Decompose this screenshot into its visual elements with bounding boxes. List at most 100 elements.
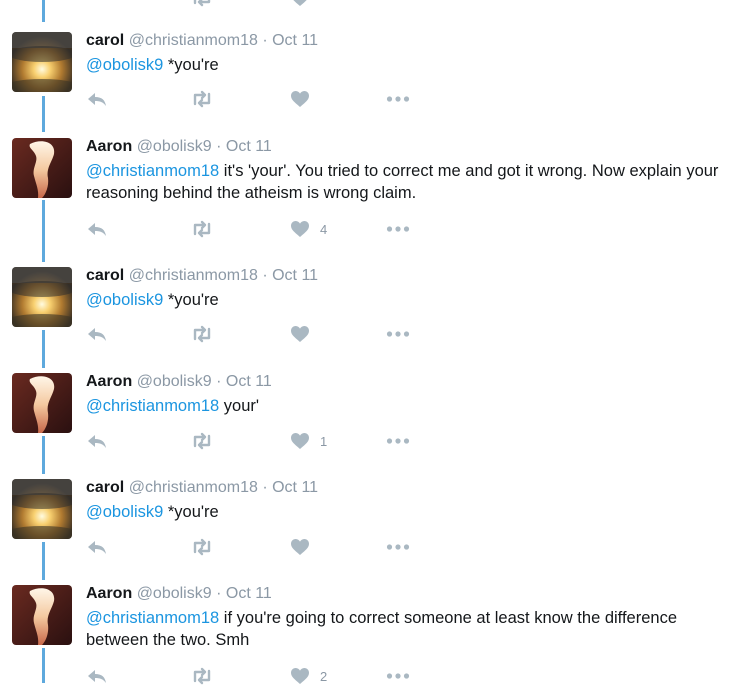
heart-icon (291, 221, 309, 237)
tweet-text: @obolisk9 *you're (86, 289, 730, 311)
retweet-icon (193, 667, 211, 685)
retweet-icon (193, 90, 211, 108)
like-button[interactable]: 1 (290, 431, 327, 451)
author-name[interactable]: carol (86, 267, 124, 284)
more-button[interactable] (386, 89, 410, 109)
tweet-actions: 1 (86, 431, 446, 451)
heart-icon (291, 539, 309, 555)
tweet-date[interactable]: Oct 11 (226, 373, 272, 390)
author-handle[interactable]: @obolisk9 (137, 373, 212, 390)
author-name[interactable]: Aaron (86, 585, 132, 602)
avatar[interactable] (12, 32, 72, 92)
reply-icon (88, 328, 106, 341)
like-button[interactable] (290, 0, 310, 8)
retweet-button[interactable] (190, 219, 214, 239)
more-button[interactable] (386, 324, 410, 344)
mention-link[interactable]: @obolisk9 (86, 503, 163, 521)
reply-icon (88, 223, 106, 236)
separator: · (262, 267, 268, 284)
tweet-date[interactable]: Oct 11 (272, 479, 318, 496)
author-name[interactable]: carol (86, 479, 124, 496)
retweet-button[interactable] (190, 537, 214, 557)
reply-button[interactable] (86, 219, 108, 239)
tweet-actions (86, 0, 446, 8)
retweet-icon (193, 325, 211, 343)
author-handle[interactable]: @obolisk9 (137, 138, 212, 155)
retweet-icon (193, 0, 211, 7)
tweet-date[interactable]: Oct 11 (272, 32, 318, 49)
avatar[interactable] (12, 267, 72, 327)
thread-line (42, 542, 45, 580)
tweet-text-content: your' (219, 397, 260, 415)
tweet-date[interactable]: Oct 11 (272, 267, 318, 284)
avatar[interactable] (12, 585, 72, 645)
more-button[interactable] (386, 431, 410, 451)
reply-button[interactable] (86, 537, 108, 557)
heart-icon (293, 0, 307, 6)
author-handle[interactable]: @christianmom18 (129, 267, 258, 284)
reply-icon (88, 541, 106, 554)
thread-line (42, 200, 45, 262)
avatar[interactable] (12, 138, 72, 198)
thread-line (42, 330, 45, 368)
mention-link[interactable]: @obolisk9 (86, 56, 163, 74)
mention-link[interactable]: @christianmom18 (86, 162, 219, 180)
reply-button[interactable] (86, 431, 108, 451)
tweet-text: @christianmom18 if you're going to corre… (86, 607, 730, 651)
retweet-button[interactable] (190, 0, 214, 8)
like-button[interactable] (290, 89, 320, 109)
separator: · (262, 32, 268, 49)
more-button[interactable] (386, 219, 410, 239)
flame-avatar-image (12, 373, 72, 433)
avatar[interactable] (12, 479, 72, 539)
like-button[interactable] (290, 324, 320, 344)
flame-avatar-image (12, 138, 72, 198)
more-icon (386, 226, 410, 232)
reply-button[interactable] (86, 666, 108, 686)
retweet-button[interactable] (190, 89, 214, 109)
avatar[interactable] (12, 373, 72, 433)
mention-link[interactable]: @christianmom18 (86, 397, 219, 415)
heart-icon (291, 91, 309, 107)
heart-icon (291, 668, 309, 684)
tweet-text: @obolisk9 *you're (86, 54, 730, 76)
heart-icon (291, 326, 309, 342)
more-icon (386, 331, 410, 337)
more-icon (386, 438, 410, 444)
like-button[interactable]: 2 (290, 666, 327, 686)
author-name[interactable]: Aaron (86, 373, 132, 390)
author-handle[interactable]: @christianmom18 (129, 479, 258, 496)
separator: · (216, 373, 222, 390)
flame-avatar-image (12, 585, 72, 645)
reply-button[interactable] (86, 324, 108, 344)
tweet-actions (86, 537, 446, 557)
separator: · (216, 138, 222, 155)
reply-button[interactable] (86, 89, 108, 109)
author-name[interactable]: Aaron (86, 138, 132, 155)
author-handle[interactable]: @christianmom18 (129, 32, 258, 49)
tweet-header: Aaron @obolisk9 · Oct 11 (86, 585, 730, 603)
separator: · (216, 585, 222, 602)
author-name[interactable]: carol (86, 32, 124, 49)
more-icon (386, 673, 410, 679)
separator: · (262, 479, 268, 496)
tweet-date[interactable]: Oct 11 (226, 138, 272, 155)
retweet-button[interactable] (190, 431, 214, 451)
heart-icon (291, 433, 309, 449)
tweet-date[interactable]: Oct 11 (226, 585, 272, 602)
retweet-button[interactable] (190, 666, 214, 686)
mention-link[interactable]: @christianmom18 (86, 609, 219, 627)
like-button[interactable]: 4 (290, 219, 327, 239)
mention-link[interactable]: @obolisk9 (86, 291, 163, 309)
more-button[interactable] (386, 537, 410, 557)
like-button[interactable] (290, 537, 320, 557)
more-button[interactable] (386, 666, 410, 686)
thread-line (42, 96, 45, 132)
tweet-header: carol @christianmom18 · Oct 11 (86, 32, 730, 50)
retweet-button[interactable] (190, 324, 214, 344)
tweet-header: Aaron @obolisk9 · Oct 11 (86, 373, 730, 391)
thread-line (42, 648, 45, 683)
author-handle[interactable]: @obolisk9 (137, 585, 212, 602)
retweet-icon (193, 538, 211, 556)
tweet-actions (86, 324, 446, 344)
